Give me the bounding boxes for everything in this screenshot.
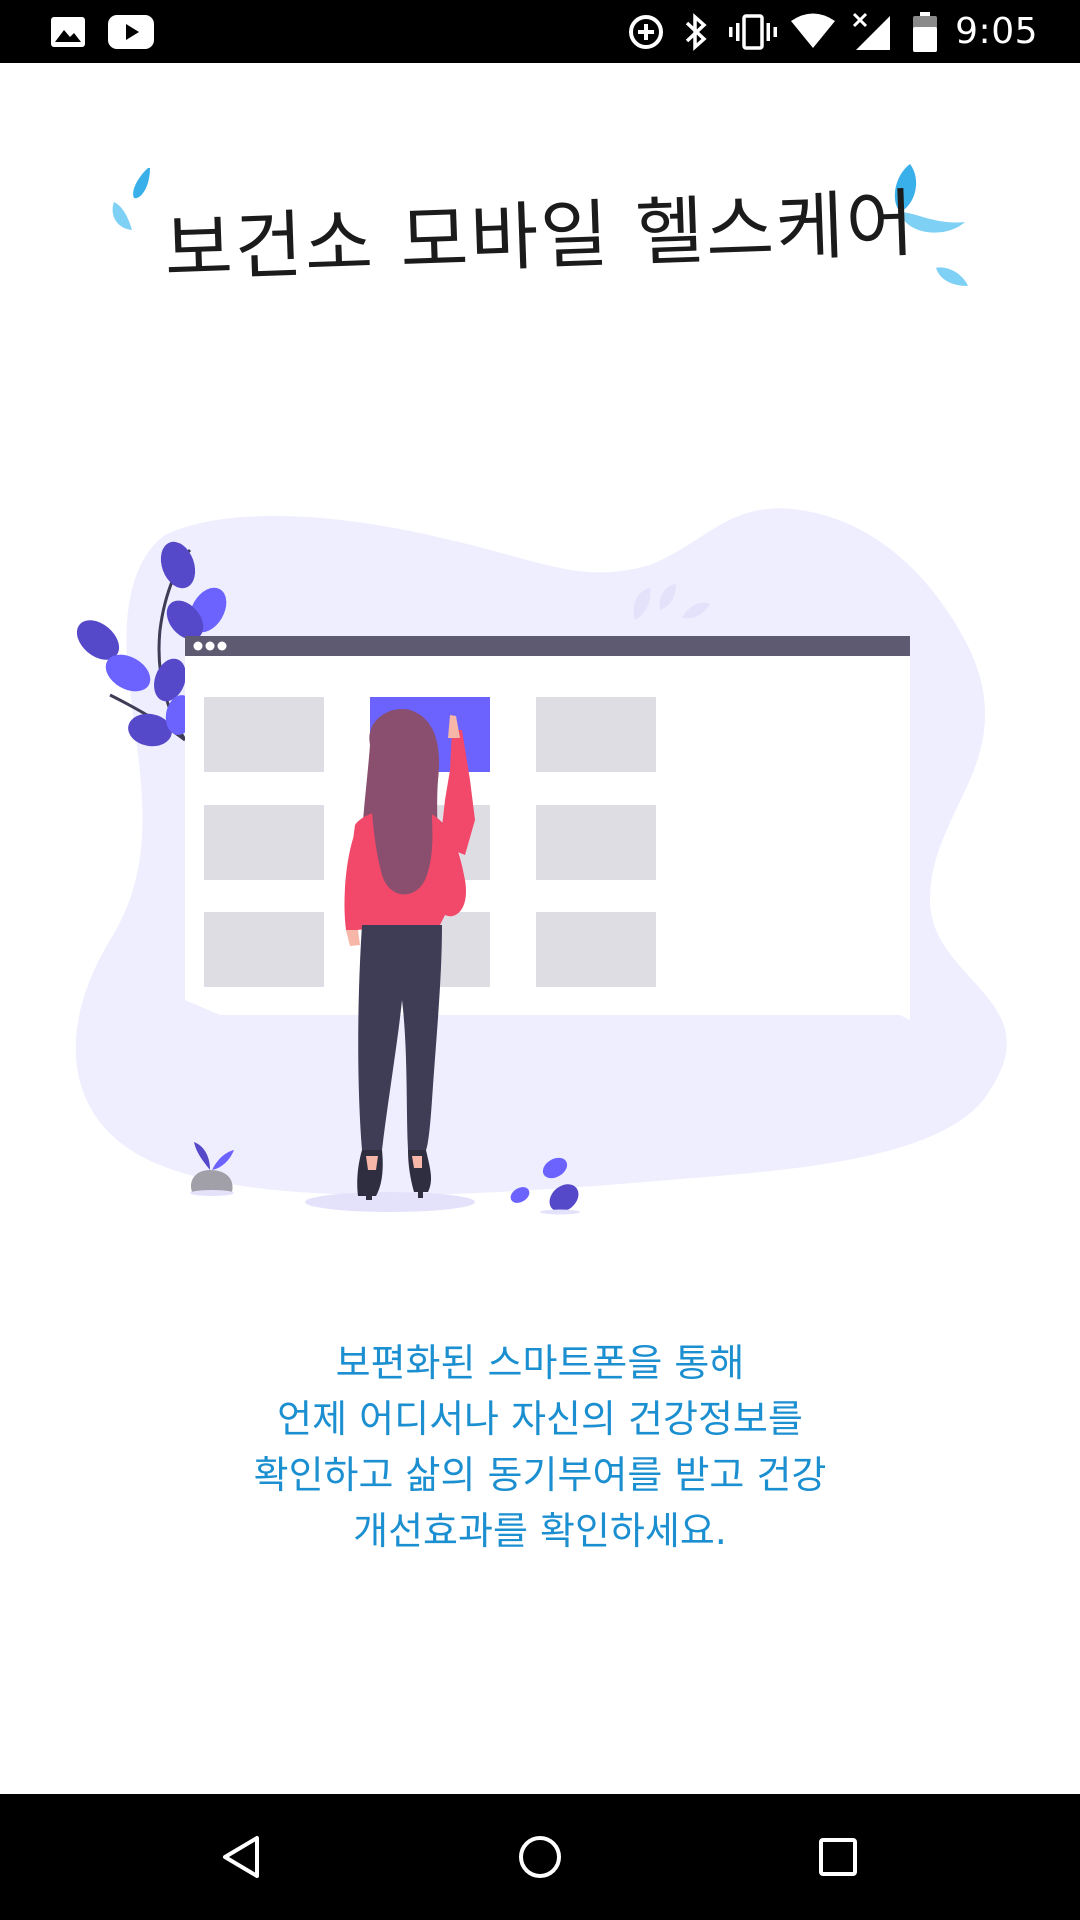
wifi-icon: [790, 0, 836, 63]
home-icon: [519, 1836, 561, 1878]
data-saver-icon: [626, 0, 666, 63]
description-line: 보편화된 스마트폰을 통해: [335, 1341, 745, 1385]
status-bar: 9:05: [0, 0, 1080, 63]
header: 보건소 모바일 헬스케어: [100, 150, 980, 310]
back-icon: [223, 1836, 259, 1878]
cellular-signal-icon: [852, 0, 892, 63]
description-line: 언제 어디서나 자신의 건강정보를: [277, 1397, 803, 1441]
back-button[interactable]: [178, 1794, 304, 1920]
description-line: 확인하고 삶의 동기부여를 받고 건강: [253, 1453, 827, 1497]
description-text: 보편화된 스마트폰을 통해 언제 어디서나 자신의 건강정보를 확인하고 삶의 …: [140, 1335, 940, 1559]
app-title: 보건소 모바일 헬스케어: [163, 180, 918, 293]
vibrate-icon: [728, 0, 778, 63]
home-button[interactable]: [477, 1794, 603, 1920]
bluetooth-icon: [682, 0, 710, 63]
gallery-notification-icon: [50, 0, 86, 63]
youtube-notification-icon: [108, 0, 154, 63]
status-time: 9:05: [955, 11, 1038, 52]
hero-illustration: [70, 480, 1010, 1240]
navigation-bar: [0, 1794, 1080, 1920]
description-line: 개선효과를 확인하세요.: [353, 1509, 727, 1553]
splash-screen: 9:05 보건소 모바일 헬스케어 보편화된 스마트폰을 통해 언제 어디서나 …: [0, 0, 1080, 1920]
battery-icon: [912, 0, 938, 63]
recents-icon: [819, 1838, 857, 1876]
recents-button[interactable]: [775, 1794, 901, 1920]
